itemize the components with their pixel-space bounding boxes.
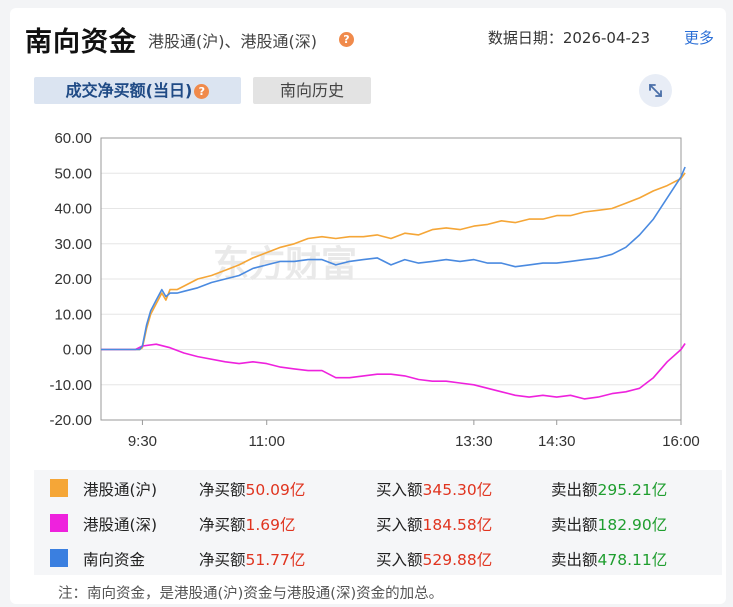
legend-row: 港股通(深) 净买额1.69亿 买入额184.58亿 卖出额182.90亿 (34, 505, 722, 540)
legend-name: 南向资金 (83, 551, 146, 569)
legend-sell: 卖出额182.90亿 (551, 513, 667, 535)
x-tick-label: 9:30 (128, 433, 157, 450)
legend-row: 港股通(沪) 净买额50.09亿 买入额345.30亿 卖出额295.21亿 (34, 470, 722, 505)
x-tick-label: 16:00 (662, 433, 700, 450)
net-label: 净买额 (199, 481, 246, 499)
legend-net: 净买额1.69亿 (199, 513, 296, 535)
legend-name: 港股通(深) (83, 516, 158, 534)
y-tick-label: -20.00 (49, 412, 92, 429)
y-tick-label: 50.00 (54, 165, 92, 182)
legend-buy: 买入额345.30亿 (376, 478, 492, 500)
net-label: 净买额 (199, 516, 246, 534)
buy-value: 345.30亿 (422, 481, 493, 499)
buy-value: 529.88亿 (422, 551, 493, 569)
legend-sell: 卖出额478.11亿 (551, 548, 667, 570)
legend-row: 南向资金 净买额51.77亿 买入额529.88亿 卖出额478.11亿 (34, 540, 722, 575)
net-value: 50.09亿 (245, 481, 306, 499)
y-tick-label: 20.00 (54, 271, 92, 288)
x-tick-label: 14:30 (538, 433, 576, 450)
buy-label: 买入额 (376, 551, 423, 569)
series-line (101, 172, 686, 351)
legend-buy: 买入额529.88亿 (376, 548, 492, 570)
legend-buy: 买入额184.58亿 (376, 513, 492, 535)
legend-net: 净买额51.77亿 (199, 548, 305, 570)
sell-label: 卖出额 (551, 481, 598, 499)
buy-label: 买入额 (376, 516, 423, 534)
buy-value: 184.58亿 (422, 516, 493, 534)
buy-label: 买入额 (376, 481, 423, 499)
net-buy-chart: 东方财富 60.0050.0040.0030.0020.0010.000.00-… (49, 130, 700, 450)
y-tick-label: -10.00 (49, 377, 92, 394)
legend-table: 港股通(沪) 净买额50.09亿 买入额345.30亿 卖出额295.21亿 港… (34, 470, 722, 575)
series-line (101, 166, 686, 351)
legend-sell: 卖出额295.21亿 (551, 478, 667, 500)
y-tick-label: 30.00 (54, 236, 92, 253)
legend-swatch (50, 514, 68, 532)
sell-value: 478.11亿 (597, 551, 668, 569)
y-tick-label: 0.00 (63, 342, 92, 359)
panel-card: 南向资金 港股通(沪)、港股通(深) ? 数据日期：2026-04-23 更多 … (10, 8, 726, 604)
legend-swatch (50, 549, 68, 567)
series-line (101, 343, 686, 400)
legend-swatch (50, 479, 68, 497)
legend-name: 港股通(沪) (83, 481, 158, 499)
net-value: 1.69亿 (245, 516, 296, 534)
y-tick-label: 60.00 (54, 130, 92, 147)
legend-net: 净买额50.09亿 (199, 478, 305, 500)
sell-label: 卖出额 (551, 551, 598, 569)
sell-value: 182.90亿 (597, 516, 668, 534)
sell-value: 295.21亿 (597, 481, 668, 499)
net-label: 净买额 (199, 551, 246, 569)
sell-label: 卖出额 (551, 516, 598, 534)
net-value: 51.77亿 (245, 551, 306, 569)
x-tick-label: 13:30 (455, 433, 493, 450)
x-tick-label: 11:00 (248, 433, 284, 450)
y-tick-label: 40.00 (54, 201, 92, 218)
footnote: 注：南向资金，是港股通(沪)资金与港股通(深)资金的加总。 (58, 586, 444, 602)
y-tick-label: 10.00 (54, 306, 92, 323)
